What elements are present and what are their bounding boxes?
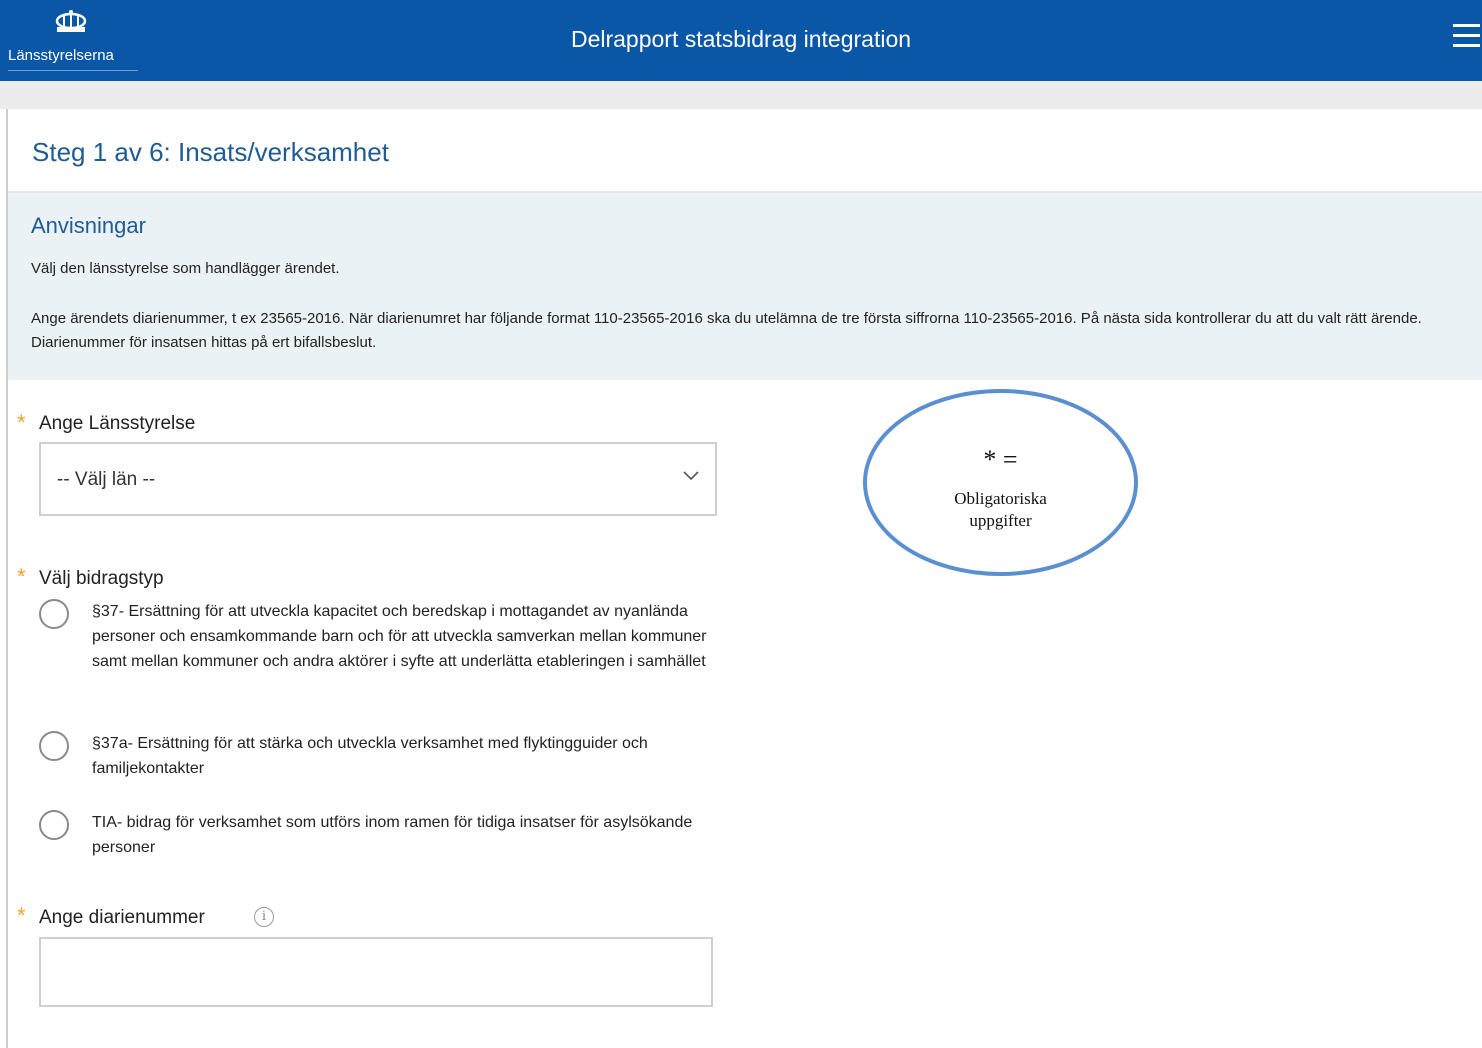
annotation-symbol: * = [983,445,1018,474]
instructions-heading: Anvisningar [31,213,146,238]
logo-underline [8,70,138,71]
hamburger-menu-icon[interactable] [1450,24,1482,50]
step-title: Steg 1 av 6: Insats/verksamhet [32,137,389,167]
annotation-text: Obligatoriska uppgifter [867,488,1134,532]
chevron-down-icon [683,471,699,481]
instructions-paragraph-2: Ange ärendets diarienummer, t ex 23565-2… [31,310,1422,351]
required-marker: * [17,903,26,928]
lansstyrelse-label: Ange Länsstyrelse [39,413,196,434]
instructions-paragraph-1: Välj den länsstyrelse som handlägger äre… [31,260,340,277]
info-icon[interactable]: i [254,907,274,927]
bidragstyp-option-label: TIA- bidrag för verksamhet som utförs in… [92,814,693,856]
bidragstyp-option-label: §37- Ersättning för att utveckla kapacit… [92,603,707,670]
required-marker: * [17,564,26,589]
annotation-line-1: Obligatoriska [954,489,1047,508]
diarienummer-input[interactable] [39,937,713,1007]
header-spacer [0,81,1482,109]
step-header: Steg 1 av 6: Insats/verksamhet [8,109,1482,193]
radio-button[interactable] [39,599,69,629]
required-marker: * [17,410,26,435]
required-fields-annotation: * = Obligatoriska uppgifter [863,389,1138,576]
radio-button[interactable] [39,731,69,761]
lansstyrelse-select[interactable]: -- Välj län -- [39,442,717,516]
app-title: Delrapport statsbidrag integration [570,26,912,52]
lansstyrelse-selected-value: -- Välj län -- [57,469,156,490]
instructions-panel: Anvisningar Välj den länsstyrelse som ha… [8,193,1482,380]
bidragstyp-label: Välj bidragstyp [39,568,164,589]
bidragstyp-option-label: §37a- Ersättning för att stärka och utve… [92,735,648,777]
diarienummer-label: Ange diarienummer [39,907,205,928]
top-bar: Länsstyrelserna Delrapport statsbidrag i… [0,0,1482,81]
radio-button[interactable] [39,810,69,840]
annotation-line-2: uppgifter [969,511,1032,530]
